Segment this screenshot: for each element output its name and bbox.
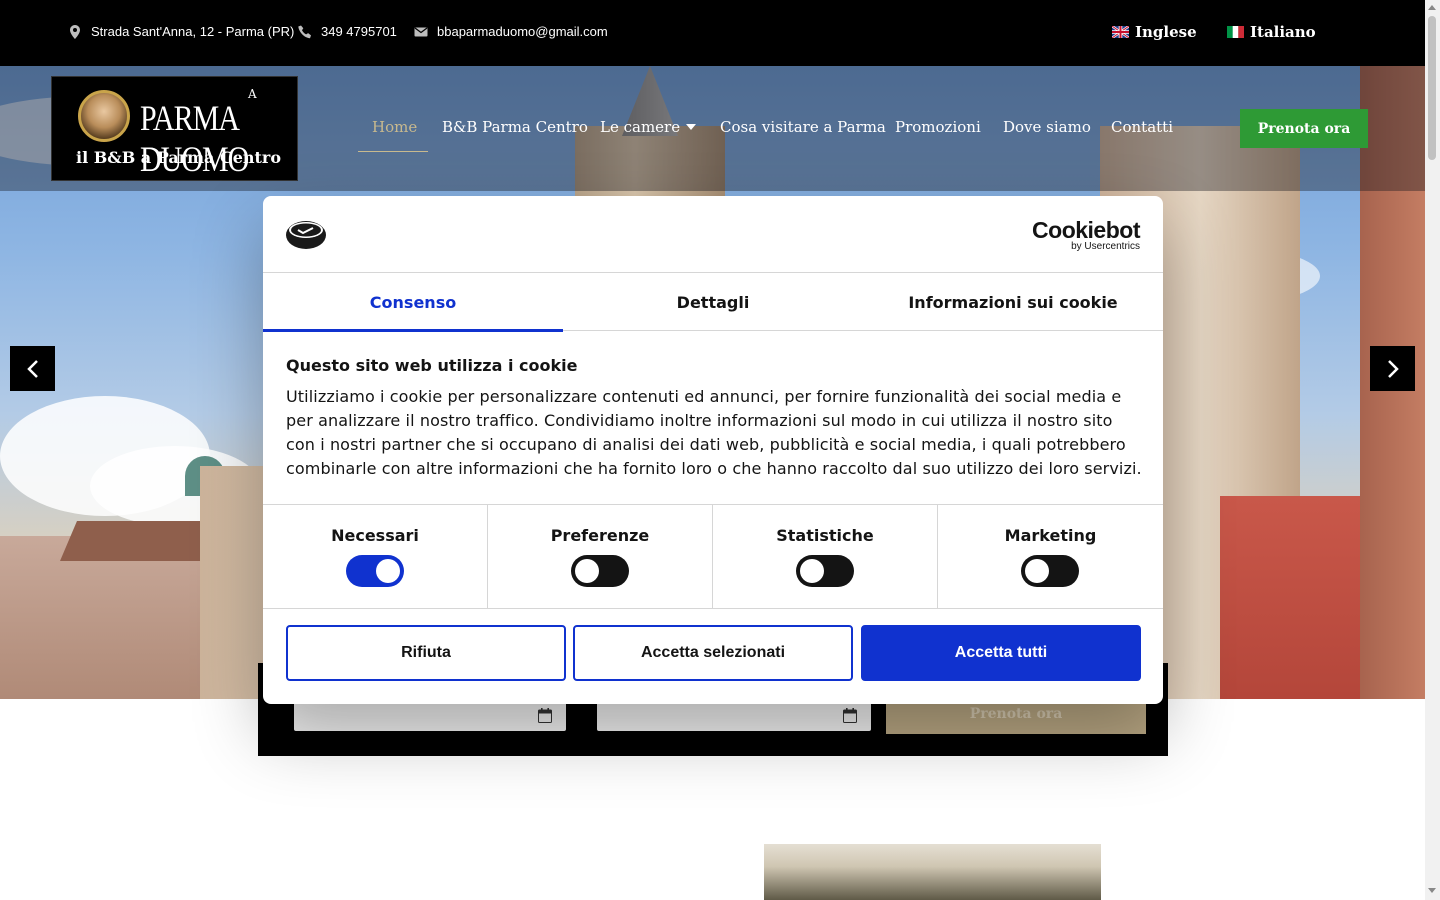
category-marketing: Marketing [938,505,1163,609]
nav-bb-parma-centro[interactable]: B&B Parma Centro [442,118,588,136]
nav-active-indicator [358,151,428,152]
cookiebot-name: Cookiebot [1032,217,1140,243]
accept-selected-button[interactable]: Accetta selezionati [573,625,853,681]
book-now-button[interactable]: Prenota ora [1240,109,1368,148]
nav-promozioni[interactable]: Promozioni [895,118,981,136]
nav-cosa-visitare[interactable]: Cosa visitare a Parma [720,118,886,136]
calendar-icon [538,708,552,723]
chevron-right-icon [1387,359,1399,378]
envelope-icon [414,27,428,36]
cookie-consent-dialog: Cookiebot by Usercentrics Consenso Detta… [263,196,1163,704]
logo-brand: PARMA DUOMO [140,99,249,180]
nav-dove-siamo[interactable]: Dove siamo [1003,118,1091,136]
reject-button[interactable]: Rifiuta [286,625,566,681]
logo-portrait [78,90,130,142]
scroll-thumb[interactable] [1428,16,1436,160]
map-pin-icon [70,24,80,39]
scroll-up-arrow-icon[interactable] [1428,5,1436,10]
email-item[interactable]: bbaparmaduomo@gmail.com [414,24,608,39]
slider-prev-button[interactable] [10,346,55,391]
category-label: Marketing [1004,526,1097,545]
tab-dettagli[interactable]: Dettagli [563,273,863,331]
nav-le-camere-label: Le camere [600,118,681,136]
cookie-logo-icon [286,221,326,249]
address-item: Strada Sant'Anna, 12 - Parma (PR) [68,24,294,39]
lang-english[interactable]: Inglese [1112,23,1197,41]
category-preferenze: Preferenze [488,505,713,609]
toggle-knob [800,559,824,583]
consent-tabs: Consenso Dettagli Informazioni sui cooki… [263,273,1163,332]
phone-item[interactable]: 349 4795701 [298,24,397,39]
top-contact-bar: Strada Sant'Anna, 12 - Parma (PR) 349 47… [0,0,1425,66]
category-statistiche: Statistiche [713,505,938,609]
italy-flag-icon [1227,26,1244,38]
lang-english-label: Inglese [1135,23,1197,41]
uk-flag-icon [1112,26,1129,38]
email-text: bbaparmaduomo@gmail.com [437,24,608,39]
chevron-left-icon [26,359,38,378]
room-photo [764,844,1101,900]
tab-consenso[interactable]: Consenso [263,273,563,332]
nav-home[interactable]: Home [372,118,417,136]
phone-text: 349 4795701 [321,24,397,39]
lang-italian-label: Italiano [1250,23,1316,41]
scroll-down-arrow-icon[interactable] [1428,888,1436,893]
chevron-down-icon [686,124,697,130]
category-label: Preferenze [550,526,650,545]
cookiebot-brand: Cookiebot by Usercentrics [1032,217,1140,252]
toggle-preferenze[interactable] [571,555,629,587]
phone-icon [298,25,311,38]
nav-le-camere[interactable]: Le camere [600,118,697,136]
consent-categories: Necessari Preferenze Statistiche Marketi… [263,504,1163,609]
nav-contatti[interactable]: Contatti [1111,118,1173,136]
lang-italian[interactable]: Italiano [1227,23,1316,41]
consent-title: Questo sito web utilizza i cookie [286,356,578,375]
site-logo[interactable]: A PARMA DUOMO il B&B a Parma Centro [51,76,298,181]
toggle-necessari[interactable] [346,555,404,587]
calendar-icon [843,708,857,723]
category-necessari: Necessari [263,505,488,609]
category-label: Statistiche [776,526,874,545]
slider-next-button[interactable] [1370,346,1415,391]
category-label: Necessari [331,526,419,545]
dialog-header: Cookiebot by Usercentrics [263,196,1163,273]
address-text: Strada Sant'Anna, 12 - Parma (PR) [91,24,295,39]
checkin-date-input[interactable] [294,700,566,731]
toggle-knob [575,559,599,583]
toggle-knob [376,559,400,583]
toggle-knob [1025,559,1049,583]
checkout-date-input[interactable] [597,700,871,731]
toggle-statistiche[interactable] [796,555,854,587]
accept-all-button[interactable]: Accetta tutti [861,625,1141,681]
toggle-marketing[interactable] [1021,555,1079,587]
logo-tagline: il B&B a Parma Centro [76,148,282,167]
tab-informazioni[interactable]: Informazioni sui cookie [863,273,1163,331]
consent-text: Utilizziamo i cookie per personalizzare … [286,387,1142,478]
